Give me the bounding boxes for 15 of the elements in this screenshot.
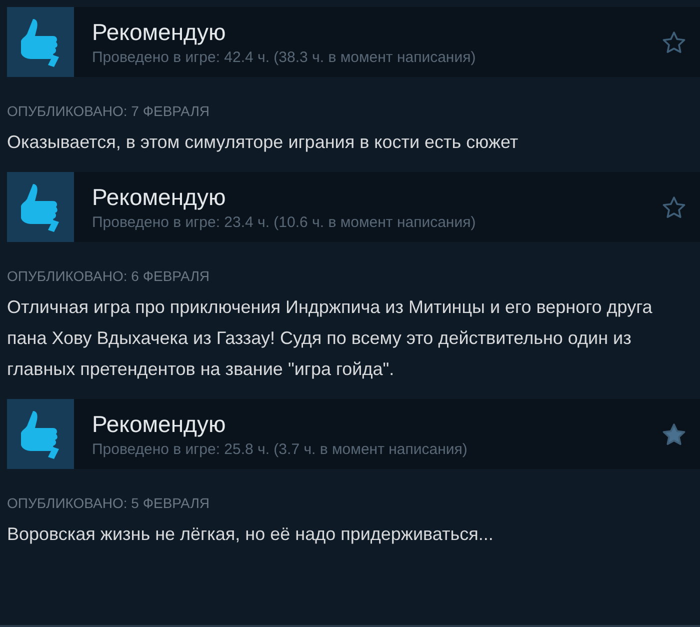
posted-date: ОПУБЛИКОВАНО: 7 ФЕВРАЛЯ: [7, 103, 211, 119]
star-icon[interactable]: [662, 422, 686, 446]
posted-date: ОПУБЛИКОВАНО: 5 ФЕВРАЛЯ: [7, 495, 211, 511]
review-text: Воровская жизнь не лёгкая, но её надо придерживаться...: [7, 523, 494, 546]
verdict-label: Рекомендую: [92, 18, 227, 46]
review-text: Оказывается, в этом симуляторе играния в кости есть сюжет: [7, 131, 520, 154]
review-text: Отличная игра про приключения Индржпича из Митинцы и его верного друга пана Хову Вдыхачека из Газзау! Судя по всему это действительно один из главных претендентов на звание "игра гойда".: [7, 296, 654, 381]
playtime-text: Проведено в игре: 23.4 ч. (10.6 ч. в момент написания): [92, 214, 477, 230]
star-icon[interactable]: [662, 196, 686, 218]
posted-date: ОПУБЛИКОВАНО: 6 ФЕВРАЛЯ: [7, 268, 211, 284]
star-icon[interactable]: [662, 30, 686, 54]
playtime-text: Проведено в игре: 42.4 ч. (38.3 ч. в момент написания): [92, 48, 477, 66]
verdict-label: Рекомендую: [92, 410, 227, 438]
playtime-text: Проведено в игре: 25.8 ч. (3.7 ч. в момент написания): [92, 440, 468, 458]
verdict-label: Рекомендую: [92, 184, 227, 210]
